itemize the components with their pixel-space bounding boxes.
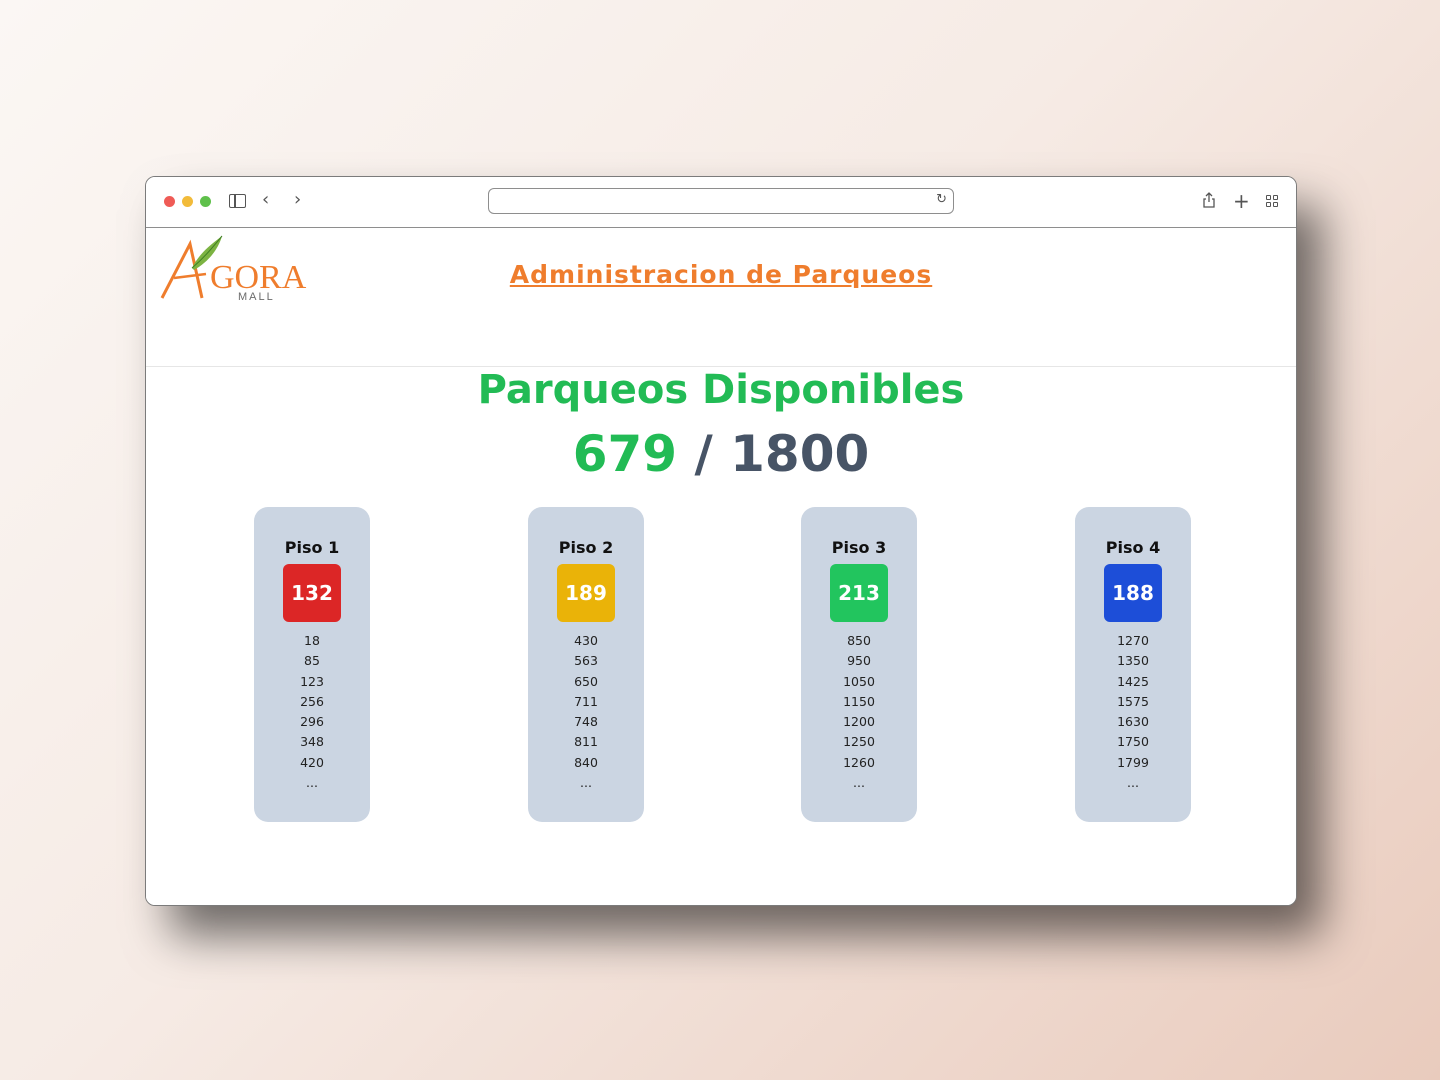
floor-name: Piso 4 bbox=[1105, 538, 1161, 557]
available-parking-count: 679 / 1800 bbox=[146, 425, 1296, 483]
forward-icon[interactable]: › bbox=[294, 190, 301, 210]
spot-item: 430 bbox=[574, 633, 598, 648]
new-tab-icon[interactable]: + bbox=[1233, 189, 1250, 213]
spot-item: 123 bbox=[300, 673, 324, 689]
share-icon[interactable] bbox=[1202, 192, 1216, 212]
spot-item: 85 bbox=[304, 653, 320, 669]
spot-item: 748 bbox=[574, 714, 598, 730]
floor-card-3[interactable]: Piso 3 213 850 950 1050 1150 1200 1250 1… bbox=[801, 507, 917, 822]
back-icon[interactable]: ‹ bbox=[262, 190, 269, 210]
spot-item: 296 bbox=[300, 714, 324, 730]
spot-list: 850 950 1050 1150 1200 1250 1260 ... bbox=[801, 631, 917, 793]
count-separator: / bbox=[677, 425, 731, 483]
page-content: GORA MALL Administracion de Parqueos Par… bbox=[146, 228, 1296, 905]
spot-item: 1200 bbox=[843, 714, 875, 730]
spot-item: 420 bbox=[300, 754, 324, 770]
spot-item: 850 bbox=[847, 633, 871, 648]
browser-toolbar: ‹ › ↻ + bbox=[146, 177, 1296, 228]
spot-item: 1050 bbox=[843, 673, 875, 689]
spot-item: 1799 bbox=[1117, 754, 1149, 770]
total-count: 1800 bbox=[730, 425, 870, 483]
spot-item: 1270 bbox=[1117, 633, 1149, 648]
spot-item: 1750 bbox=[1117, 734, 1149, 750]
address-bar[interactable]: ↻ bbox=[488, 188, 954, 214]
spot-item: 1575 bbox=[1117, 693, 1149, 709]
floor-available-badge: 132 bbox=[283, 564, 341, 622]
spot-item: 1250 bbox=[843, 734, 875, 750]
page-title[interactable]: Administracion de Parqueos bbox=[146, 260, 1296, 289]
spot-item: 1150 bbox=[843, 693, 875, 709]
spot-more: ... bbox=[853, 775, 865, 791]
spot-item: 711 bbox=[574, 693, 598, 709]
spot-item: 1350 bbox=[1117, 653, 1149, 669]
spot-item: 950 bbox=[847, 653, 871, 669]
spot-item: 1425 bbox=[1117, 673, 1149, 689]
zoom-window-button[interactable] bbox=[200, 196, 211, 207]
floor-available-badge: 188 bbox=[1104, 564, 1162, 622]
floor-card-2[interactable]: Piso 2 189 430 563 650 711 748 811 840 .… bbox=[528, 507, 644, 822]
spot-item: 1630 bbox=[1117, 714, 1149, 730]
floor-card-4[interactable]: Piso 4 188 1270 1350 1425 1575 1630 1750… bbox=[1075, 507, 1191, 822]
spot-more: ... bbox=[580, 775, 592, 791]
spot-more: ... bbox=[1127, 775, 1139, 791]
tab-overview-icon[interactable] bbox=[1266, 195, 1278, 207]
spot-more: ... bbox=[306, 775, 318, 791]
browser-window: ‹ › ↻ + GORA MALL Administracion de Parq… bbox=[145, 176, 1297, 906]
spot-item: 256 bbox=[300, 693, 324, 709]
floor-name: Piso 3 bbox=[831, 538, 887, 557]
reload-icon[interactable]: ↻ bbox=[936, 192, 947, 207]
available-count: 679 bbox=[572, 425, 678, 483]
spot-list: 18 85 123 256 296 348 420 ... bbox=[254, 631, 370, 793]
floor-card-1[interactable]: Piso 1 132 18 85 123 256 296 348 420 ... bbox=[254, 507, 370, 822]
site-header: GORA MALL Administracion de Parqueos bbox=[146, 228, 1296, 367]
spot-item: 811 bbox=[574, 734, 598, 750]
floor-available-badge: 189 bbox=[557, 564, 615, 622]
minimize-window-button[interactable] bbox=[182, 196, 193, 207]
sidebar-toggle-icon[interactable] bbox=[229, 194, 246, 208]
close-window-button[interactable] bbox=[164, 196, 175, 207]
spot-item: 650 bbox=[574, 673, 598, 689]
spot-item: 840 bbox=[574, 754, 598, 770]
spot-list: 430 563 650 711 748 811 840 ... bbox=[528, 631, 644, 793]
floor-name: Piso 1 bbox=[284, 538, 340, 557]
spot-item: 1260 bbox=[843, 754, 875, 770]
floor-name: Piso 2 bbox=[558, 538, 614, 557]
logo-subtitle: MALL bbox=[238, 291, 275, 303]
floor-available-badge: 213 bbox=[830, 564, 888, 622]
spot-list: 1270 1350 1425 1575 1630 1750 1799 ... bbox=[1075, 631, 1191, 793]
spot-item: 348 bbox=[300, 734, 324, 750]
spot-item: 18 bbox=[304, 633, 320, 648]
spot-item: 563 bbox=[574, 653, 598, 669]
available-parking-title: Parqueos Disponibles bbox=[477, 367, 965, 413]
